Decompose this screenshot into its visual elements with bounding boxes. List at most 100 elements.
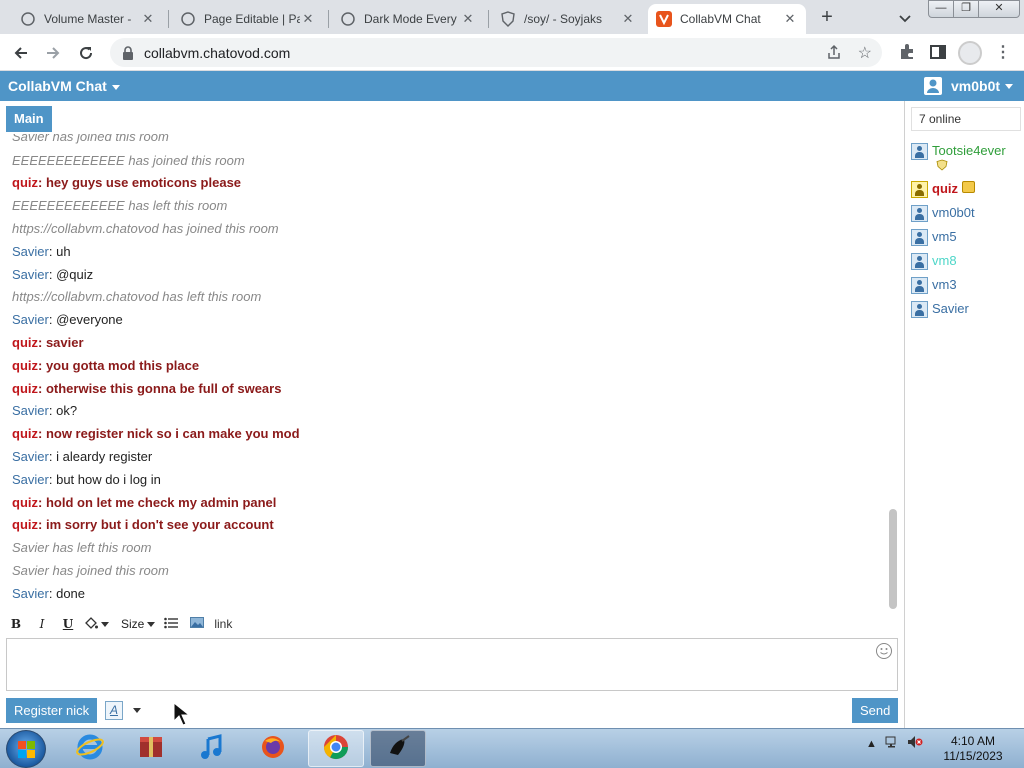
chevron-down-icon[interactable] bbox=[895, 8, 915, 28]
italic-button[interactable]: I bbox=[32, 613, 52, 635]
bullet-list-button[interactable] bbox=[161, 613, 181, 635]
message-nick[interactable]: Savier bbox=[12, 244, 49, 259]
menu-kebab-icon[interactable]: ⋮ bbox=[995, 42, 1011, 62]
message-scrollbar[interactable] bbox=[888, 139, 898, 609]
shield-icon bbox=[500, 11, 516, 27]
system-message: Savier has left this room bbox=[12, 540, 152, 555]
maximize-button[interactable]: ❐ bbox=[953, 0, 979, 18]
caret-down-icon bbox=[147, 621, 156, 627]
browser-tab-collabvm-chat[interactable]: CollabVM Chat ✕ bbox=[648, 4, 806, 34]
user-list-item[interactable]: vm3 bbox=[911, 277, 957, 294]
share-icon[interactable] bbox=[826, 44, 842, 63]
message-nick[interactable]: Savier bbox=[12, 472, 49, 487]
chat-message: Savier: @quiz bbox=[12, 267, 94, 282]
system-clock[interactable]: 4:10 AM 11/15/2023 bbox=[940, 734, 1006, 764]
message-nick[interactable]: Savier bbox=[12, 449, 49, 464]
user-name: quiz bbox=[932, 181, 958, 196]
insert-image-button[interactable] bbox=[187, 613, 207, 635]
app-title-menu[interactable]: CollabVM Chat bbox=[8, 78, 120, 94]
message-text: @everyone bbox=[56, 312, 123, 327]
forward-icon[interactable] bbox=[40, 40, 66, 66]
user-menu[interactable]: vm0b0t bbox=[924, 77, 1014, 95]
new-tab-button[interactable]: + bbox=[815, 6, 839, 30]
tab-title: Volume Master - bbox=[44, 12, 132, 26]
user-list-item[interactable]: Tootsie4ever bbox=[911, 143, 1006, 174]
taskbar-archive-app[interactable] bbox=[123, 730, 179, 767]
message-nick[interactable]: Savier bbox=[12, 403, 49, 418]
close-window-button[interactable]: ✕ bbox=[978, 0, 1020, 18]
tab-main[interactable]: Main bbox=[6, 106, 52, 132]
close-icon[interactable]: ✕ bbox=[620, 11, 636, 27]
message-text: now register nick so i can make you mod bbox=[45, 426, 300, 441]
taskbar-firefox[interactable] bbox=[245, 730, 301, 767]
user-list-item[interactable]: vm5 bbox=[911, 229, 957, 246]
archive-icon bbox=[137, 733, 165, 764]
start-button[interactable] bbox=[6, 730, 46, 768]
circle-icon bbox=[180, 11, 196, 27]
message-nick[interactable]: quiz bbox=[12, 517, 38, 532]
message-nick[interactable]: Savier bbox=[12, 312, 49, 327]
bookmark-star-icon[interactable]: ☆ bbox=[858, 43, 872, 63]
volume-muted-icon[interactable] bbox=[907, 735, 923, 752]
reload-icon[interactable] bbox=[73, 40, 99, 66]
text-color-button[interactable] bbox=[84, 613, 109, 635]
url-text: collabvm.chatovod.com bbox=[144, 44, 291, 61]
network-icon[interactable] bbox=[885, 735, 899, 752]
online-count: 7 online bbox=[911, 107, 1021, 131]
message-nick[interactable]: quiz bbox=[12, 381, 38, 396]
font-style-button[interactable]: A bbox=[105, 701, 123, 720]
link-button[interactable]: link bbox=[213, 613, 233, 635]
user-icon bbox=[911, 181, 928, 198]
message-text: i aleardy register bbox=[56, 449, 153, 464]
tab-separator bbox=[488, 10, 489, 28]
message-text: uh bbox=[56, 244, 71, 259]
user-list-item[interactable]: vm0b0t bbox=[911, 205, 975, 222]
extensions-puzzle-icon[interactable] bbox=[898, 43, 916, 64]
browser-tab-volume-master[interactable]: Volume Master - ✕ bbox=[12, 4, 164, 34]
side-panel-icon[interactable] bbox=[929, 43, 947, 64]
message-nick[interactable]: quiz bbox=[12, 495, 38, 510]
message-nick[interactable]: Savier bbox=[12, 267, 49, 282]
browser-tab-dark-mode[interactable]: Dark Mode Every ✕ bbox=[332, 4, 484, 34]
font-size-button[interactable]: Size bbox=[121, 613, 156, 635]
profile-avatar[interactable] bbox=[958, 41, 982, 65]
message-nick[interactable]: quiz bbox=[12, 358, 38, 373]
scrollbar-thumb[interactable] bbox=[889, 509, 897, 609]
user-list-item[interactable]: vm8 bbox=[911, 253, 957, 270]
close-icon[interactable]: ✕ bbox=[782, 11, 798, 27]
taskbar-chrome[interactable] bbox=[308, 730, 364, 767]
show-hidden-icons-button[interactable]: ▲ bbox=[866, 738, 877, 750]
user-list-item[interactable]: quiz bbox=[911, 181, 975, 198]
send-button[interactable]: Send bbox=[852, 698, 899, 723]
taskbar-music-app[interactable] bbox=[184, 730, 240, 767]
browser-tab-page-editable[interactable]: Page Editable | Pa ✕ bbox=[172, 4, 324, 34]
close-icon[interactable]: ✕ bbox=[300, 11, 316, 27]
browser-tab-soyjaks[interactable]: /soy/ - Soyjaks ✕ bbox=[492, 4, 644, 34]
chrome-icon bbox=[322, 733, 350, 764]
user-icon bbox=[911, 143, 928, 160]
message-nick[interactable]: quiz bbox=[12, 335, 38, 350]
register-nick-button[interactable]: Register nick bbox=[6, 698, 98, 723]
smiley-icon[interactable] bbox=[876, 643, 892, 659]
user-name: vm5 bbox=[932, 229, 957, 244]
taskbar-paint-app[interactable] bbox=[370, 730, 426, 767]
url-field[interactable]: collabvm.chatovod.com ☆ bbox=[110, 38, 882, 67]
underline-button[interactable]: U bbox=[58, 613, 78, 635]
message-input[interactable] bbox=[6, 638, 898, 691]
bottom-bar: Register nick A Send bbox=[0, 695, 904, 728]
close-icon[interactable]: ✕ bbox=[460, 11, 476, 27]
back-icon[interactable] bbox=[8, 40, 34, 66]
crown-badge-icon bbox=[962, 181, 975, 193]
minimize-button[interactable]: — bbox=[928, 0, 954, 18]
lock-icon[interactable] bbox=[120, 45, 136, 61]
system-message: Savier has joined this room bbox=[12, 134, 169, 144]
message-text: hey guys use emoticons please bbox=[45, 175, 242, 190]
caret-down-icon[interactable] bbox=[133, 708, 141, 713]
message-nick[interactable]: quiz bbox=[12, 426, 38, 441]
bold-button[interactable]: B bbox=[6, 613, 26, 635]
close-icon[interactable]: ✕ bbox=[140, 11, 156, 27]
user-list-item[interactable]: Savier bbox=[911, 301, 969, 318]
message-nick[interactable]: quiz bbox=[12, 175, 38, 190]
taskbar-internet-explorer[interactable] bbox=[62, 730, 118, 767]
message-nick[interactable]: Savier bbox=[12, 586, 49, 601]
